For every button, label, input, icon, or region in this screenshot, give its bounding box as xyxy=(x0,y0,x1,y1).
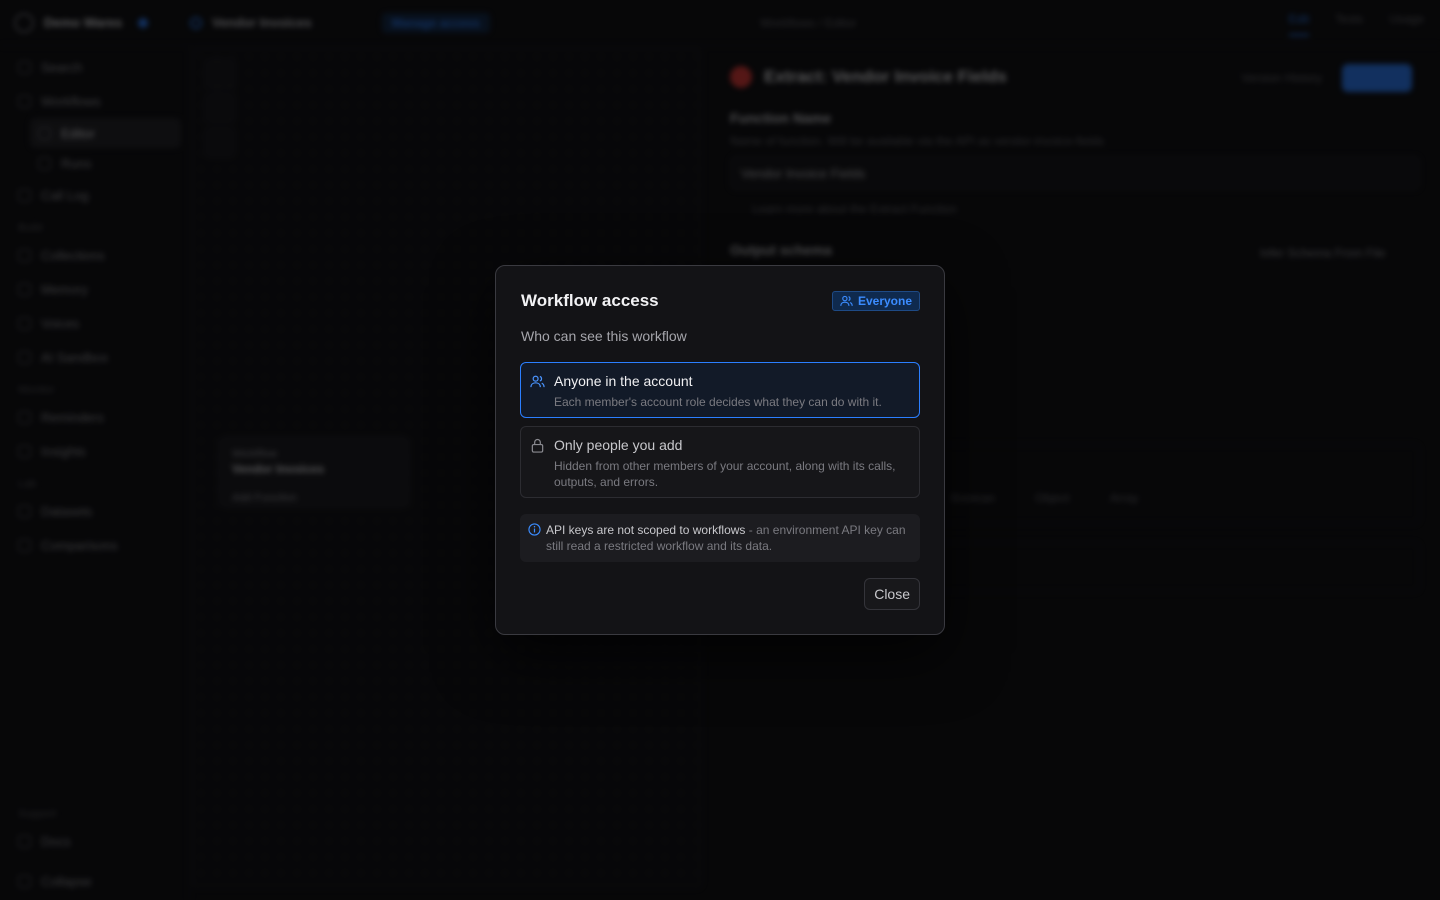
info-icon xyxy=(528,523,541,536)
close-button[interactable]: Close xyxy=(864,578,920,610)
access-badge-label: Everyone xyxy=(857,294,912,308)
option-description: Hidden from other members of your accoun… xyxy=(554,459,896,489)
note-bold-text: API keys are not scoped to workflows xyxy=(546,523,746,537)
option-only-people-you-add[interactable]: Only people you add Hidden from other me… xyxy=(520,426,920,498)
access-badge: Everyone xyxy=(831,291,920,311)
lock-icon xyxy=(531,438,544,453)
api-keys-note: API keys are not scoped to workflows - a… xyxy=(520,514,920,562)
dialog-title: Workflow access xyxy=(521,291,659,310)
option-title: Anyone in the account xyxy=(554,373,693,389)
dialog-subtitle: Who can see this workflow xyxy=(521,328,687,344)
option-title: Only people you add xyxy=(554,437,683,453)
workflow-access-dialog: Workflow access Everyone Who can see thi… xyxy=(495,265,945,635)
users-icon xyxy=(840,295,853,306)
option-anyone-in-account[interactable]: Anyone in the account Each member's acco… xyxy=(520,362,920,418)
users-icon xyxy=(530,375,545,388)
option-description: Each member's account role decides what … xyxy=(554,395,882,409)
